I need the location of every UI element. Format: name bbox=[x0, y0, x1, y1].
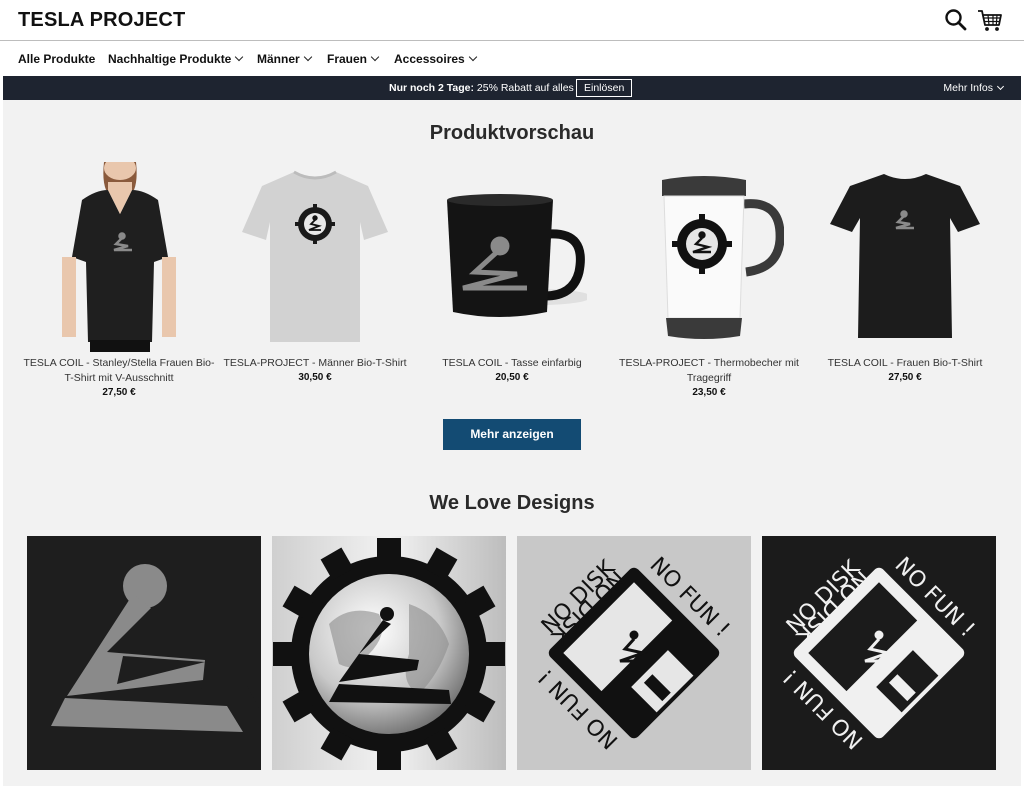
product-card[interactable]: TESLA COIL - Frauen Bio-T-Shirt 27,50 € bbox=[807, 162, 1003, 383]
chevron-down-icon bbox=[235, 52, 244, 62]
promo-text: Nur noch 2 Tage: 25% Rabatt auf alles bbox=[389, 82, 574, 94]
design-image-tesla-coil-logo bbox=[27, 536, 261, 770]
product-name: TESLA COIL - Frauen Bio-T-Shirt bbox=[827, 357, 983, 369]
nav-item-maenner[interactable]: Männer bbox=[257, 52, 312, 66]
product-image-grey-tshirt bbox=[240, 162, 390, 352]
product-name: TESLA COIL - Stanley/Stella Frauen Bio-T… bbox=[23, 357, 215, 384]
product-card[interactable]: TESLA COIL - Stanley/Stella Frauen Bio-T… bbox=[21, 162, 217, 398]
main-nav: Alle Produkte Nachhaltige Produkte Männe… bbox=[0, 42, 1024, 75]
design-image-no-disk-no-fun-dark: NO DISK NO DISK NO FUN ! NO FUN ! bbox=[762, 536, 996, 770]
product-price: 20,50 € bbox=[495, 372, 529, 383]
chevron-down-icon bbox=[468, 52, 477, 62]
nav-item-frauen[interactable]: Frauen bbox=[327, 52, 380, 66]
brand-logo[interactable]: TESLA PROJECT bbox=[18, 9, 185, 32]
product-card[interactable]: TESLA-PROJECT - Männer Bio-T-Shirt 30,50… bbox=[217, 162, 413, 383]
nav-item-alle-produkte[interactable]: Alle Produkte bbox=[18, 52, 95, 66]
product-name: TESLA-PROJECT - Männer Bio-T-Shirt bbox=[223, 357, 407, 369]
product-image-black-women-tshirt bbox=[830, 162, 980, 352]
product-image-woman-vneck-shirt bbox=[44, 162, 194, 352]
product-price: 27,50 € bbox=[888, 372, 922, 383]
more-info-label: Mehr Infos bbox=[943, 82, 993, 94]
chevron-down-icon bbox=[303, 52, 312, 62]
product-image-thermo-mug bbox=[634, 162, 784, 352]
nav-label: Alle Produkte bbox=[18, 52, 96, 66]
promo-bold: Nur noch 2 Tage: bbox=[389, 82, 474, 94]
product-price: 23,50 € bbox=[692, 387, 726, 398]
main-content: Produktvorschau TESLA COIL - Stanley/Ste… bbox=[3, 100, 1021, 786]
promo-banner: Nur noch 2 Tage: 25% Rabatt auf alles Ei… bbox=[3, 76, 1021, 100]
design-tile-tesla-coil[interactable] bbox=[27, 536, 261, 770]
chevron-down-icon bbox=[996, 82, 1005, 91]
product-name: TESLA-PROJECT - Thermobecher mit Tragegr… bbox=[619, 357, 799, 384]
product-price: 30,50 € bbox=[298, 372, 332, 383]
design-tile-no-disk-light[interactable]: NO DISK NO DISK NO FUN ! NO FUN ! bbox=[517, 536, 751, 770]
design-tile-no-disk-dark[interactable]: NO DISK NO DISK NO FUN ! NO FUN ! bbox=[762, 536, 996, 770]
show-more-button[interactable]: Mehr anzeigen bbox=[443, 419, 581, 450]
site-header: TESLA PROJECT bbox=[0, 0, 1024, 41]
product-name: TESLA COIL - Tasse einfarbig bbox=[442, 357, 582, 369]
design-image-tesla-globe-gear bbox=[272, 536, 506, 770]
nav-label: Nachhaltige Produkte bbox=[108, 52, 232, 66]
search-icon[interactable] bbox=[942, 6, 970, 34]
more-info-link[interactable]: Mehr Infos bbox=[943, 82, 1005, 94]
nav-label: Accessoires bbox=[394, 52, 465, 66]
design-tile-tesla-globe[interactable] bbox=[272, 536, 506, 770]
nav-item-nachhaltige-produkte[interactable]: Nachhaltige Produkte bbox=[108, 52, 244, 66]
product-price: 27,50 € bbox=[102, 387, 136, 398]
designs-title: We Love Designs bbox=[429, 492, 595, 514]
product-card[interactable]: TESLA COIL - Tasse einfarbig 20,50 € bbox=[414, 162, 610, 383]
product-preview-title: Produktvorschau bbox=[429, 122, 595, 144]
redeem-button[interactable]: Einlösen bbox=[576, 79, 633, 97]
nav-item-accessoires[interactable]: Accessoires bbox=[394, 52, 477, 66]
cart-icon[interactable] bbox=[976, 6, 1004, 34]
design-image-no-disk-no-fun-light: NO DISK NO DISK NO FUN ! NO FUN ! bbox=[517, 536, 751, 770]
promo-offer: 25% Rabatt auf alles bbox=[476, 82, 574, 94]
nav-label: Männer bbox=[257, 52, 300, 66]
chevron-down-icon bbox=[370, 52, 380, 62]
product-card[interactable]: TESLA-PROJECT - Thermobecher mit Tragegr… bbox=[611, 162, 807, 398]
nav-label: Frauen bbox=[327, 52, 368, 66]
product-image-black-mug bbox=[437, 162, 587, 352]
